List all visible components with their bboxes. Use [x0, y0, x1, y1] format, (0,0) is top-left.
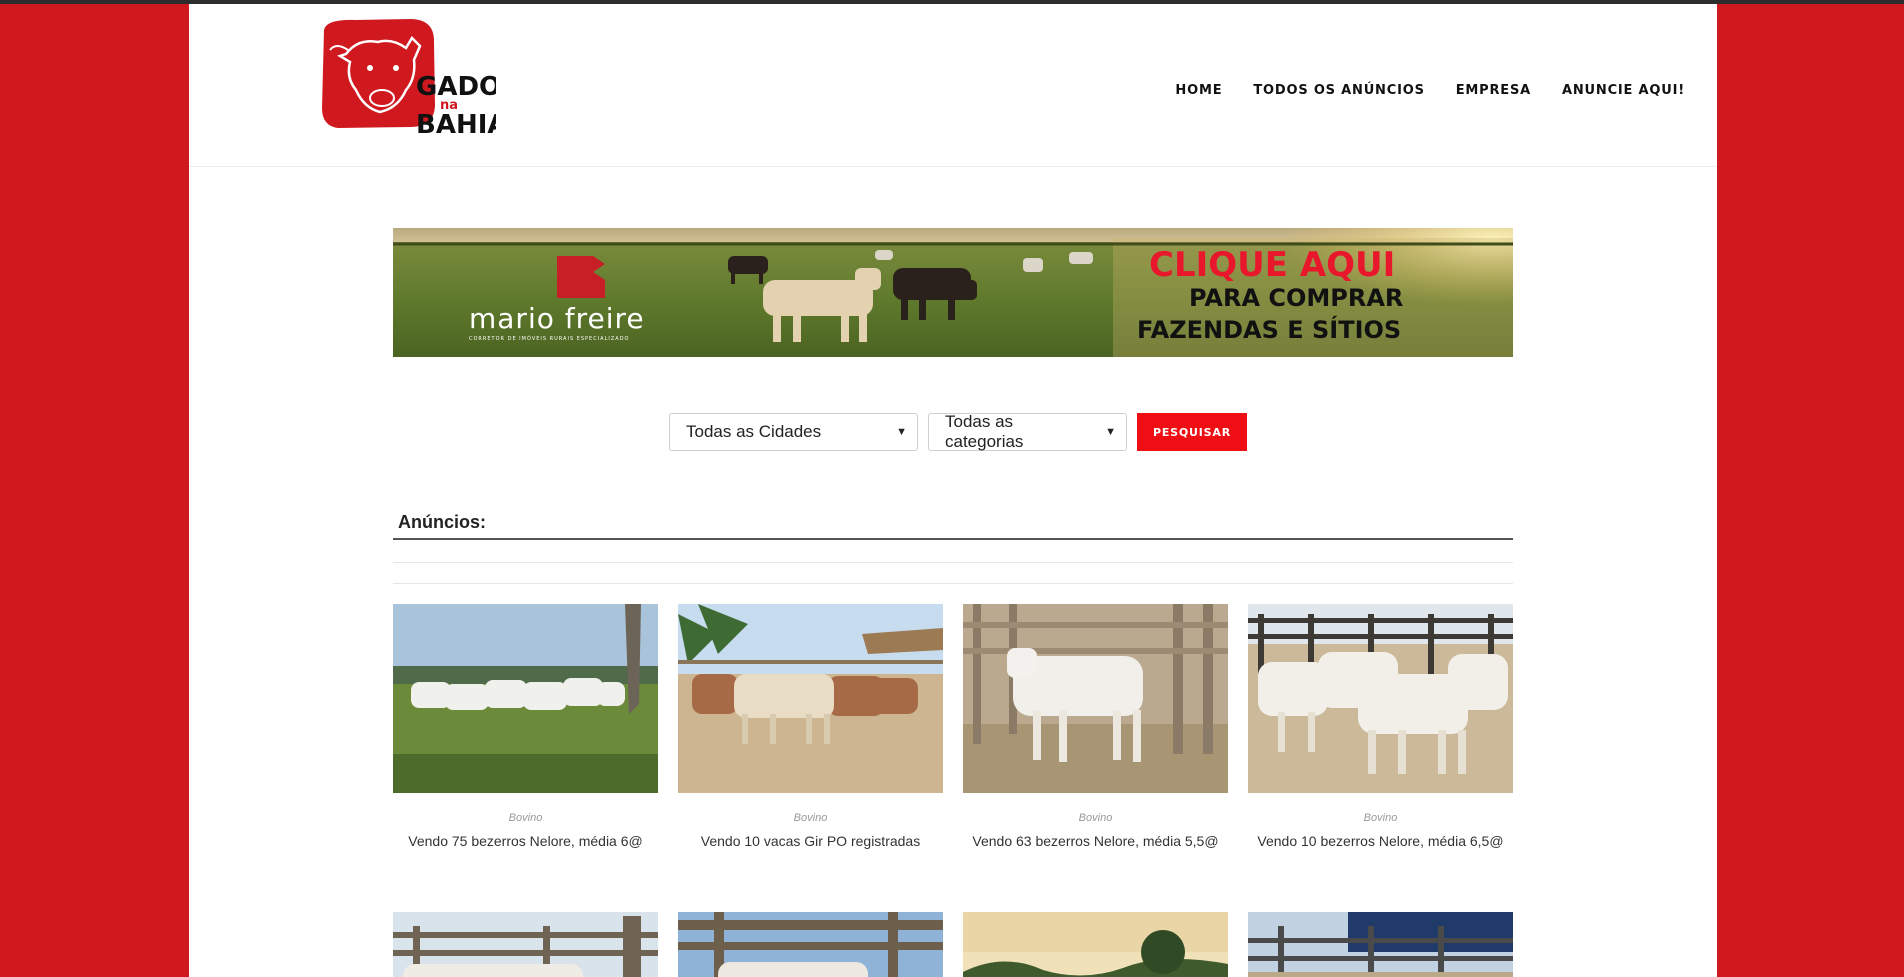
search-button[interactable]: PESQUISAR	[1137, 413, 1247, 451]
listing-title[interactable]: Vendo 75 bezerros Nelore, média 6@	[393, 833, 658, 849]
listing-title[interactable]: Vendo 63 bezerros Nelore, média 5,5@	[963, 833, 1228, 849]
farm-banner-image: mario freire CORRETOR DE IMÓVEIS RURAIS …	[393, 228, 1513, 357]
city-select[interactable]: Todas as Cidades ▼	[669, 413, 918, 451]
listing-photo[interactable]	[393, 912, 658, 977]
listing-card	[393, 912, 658, 977]
category-select[interactable]: Todas as categorias ▼	[928, 412, 1127, 451]
bull-logo-icon: GADO na BAHIA	[322, 19, 508, 140]
listings-section-title: Anúncios:	[398, 512, 486, 532]
nav-company[interactable]: EMPRESA	[1456, 83, 1531, 98]
listing-category: Bovino	[1363, 812, 1398, 824]
nav-home[interactable]: HOME	[1175, 83, 1222, 98]
listing-card	[963, 912, 1228, 977]
listing-card	[678, 912, 943, 977]
divider	[393, 583, 1513, 584]
nav-all-listings[interactable]: TODOS OS ANÚNCIOS	[1253, 83, 1424, 98]
svg-text:FAZENDAS E SÍTIOS: FAZENDAS E SÍTIOS	[1137, 315, 1401, 344]
listing-photo[interactable]	[963, 604, 1228, 793]
listing-photo[interactable]	[1248, 604, 1513, 793]
listing-photo[interactable]	[963, 912, 1228, 977]
listing-photo[interactable]	[1248, 912, 1513, 977]
listings-section-header: Anúncios:	[393, 510, 1513, 540]
svg-text:CORRETOR DE IMÓVEIS RURAIS ESP: CORRETOR DE IMÓVEIS RURAIS ESPECIALIZADO	[469, 335, 630, 342]
listing-card: Bovino Vendo 10 bezerros Nelore, média 6…	[1248, 604, 1513, 849]
nav-advertise[interactable]: ANUNCIE AQUI!	[1562, 83, 1685, 98]
svg-text:PARA COMPRAR: PARA COMPRAR	[1189, 284, 1403, 312]
listing-title[interactable]: Vendo 10 bezerros Nelore, média 6,5@	[1248, 833, 1513, 849]
svg-text:CLIQUE AQUI: CLIQUE AQUI	[1149, 245, 1395, 285]
listing-title[interactable]: Vendo 10 vacas Gir PO registradas	[678, 833, 943, 849]
listing-card: Bovino Vendo 10 vacas Gir PO registradas	[678, 604, 943, 849]
listing-photo[interactable]	[678, 604, 943, 793]
city-select-value: Todas as Cidades	[686, 422, 822, 441]
listing-category: Bovino	[508, 812, 543, 824]
site-header: GADO na BAHIA HOME TODOS OS ANÚNCIOS EMP…	[189, 4, 1717, 167]
listing-card: Bovino Vendo 75 bezerros Nelore, média 6…	[393, 604, 658, 849]
listing-category: Bovino	[793, 812, 828, 824]
site-logo[interactable]: GADO na BAHIA	[316, 16, 508, 140]
svg-text:mario freire: mario freire	[469, 302, 645, 335]
chevron-down-icon: ▼	[1105, 426, 1116, 438]
listing-category: Bovino	[1078, 812, 1113, 824]
listing-card: Bovino Vendo 63 bezerros Nelore, média 5…	[963, 604, 1228, 849]
listing-photo[interactable]	[678, 912, 943, 977]
page-container: GADO na BAHIA HOME TODOS OS ANÚNCIOS EMP…	[189, 4, 1717, 977]
search-bar: Todas as Cidades ▼ Todas as categorias ▼…	[669, 412, 1247, 451]
svg-text:BAHIA: BAHIA	[416, 110, 496, 136]
category-select-value: Todas as categorias	[945, 412, 1024, 451]
main-nav: HOME TODOS OS ANÚNCIOS EMPRESA ANUNCIE A…	[1175, 83, 1685, 98]
farm-banner-ad[interactable]: mario freire CORRETOR DE IMÓVEIS RURAIS …	[393, 228, 1513, 357]
chevron-down-icon: ▼	[896, 426, 907, 438]
divider	[393, 562, 1513, 563]
listing-card	[1248, 912, 1513, 977]
listing-photo[interactable]	[393, 604, 658, 793]
